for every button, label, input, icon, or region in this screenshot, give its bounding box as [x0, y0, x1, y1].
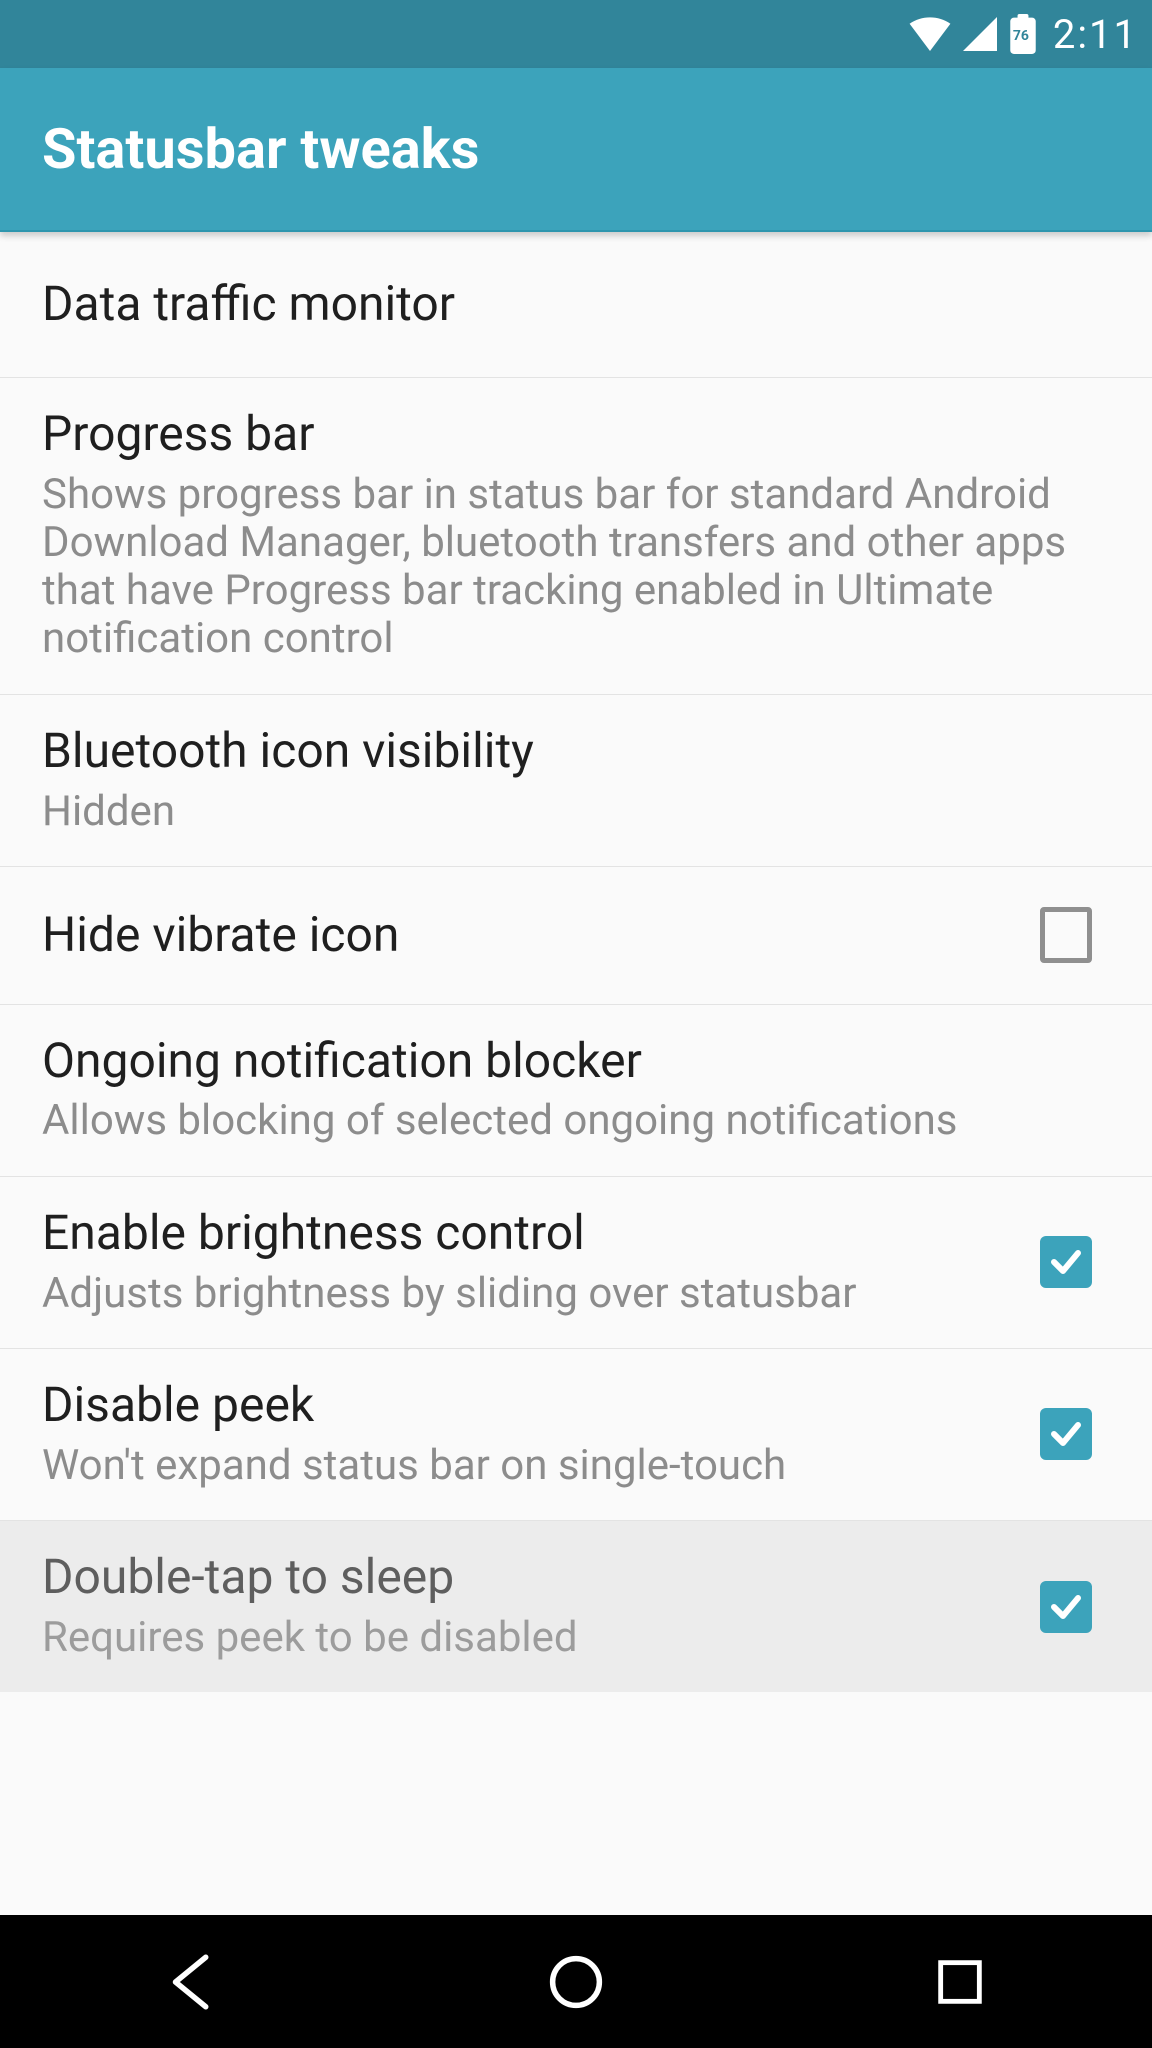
row-subtitle: Hidden: [42, 788, 1090, 836]
checkbox-checked-icon: [1040, 1581, 1092, 1633]
row-title: Ongoing notification blocker: [42, 1035, 1090, 1088]
wifi-icon: [909, 17, 951, 51]
row-title: Double-tap to sleep: [42, 1551, 1020, 1604]
checkbox-checked-icon: [1040, 1408, 1092, 1460]
status-time: 2:11: [1053, 11, 1138, 58]
page-title: Statusbar tweaks: [42, 116, 479, 182]
row-title: Enable brightness control: [42, 1207, 1020, 1260]
settings-list[interactable]: Data traffic monitor Progress bar Shows …: [0, 232, 1152, 1917]
app-bar: Statusbar tweaks: [0, 68, 1152, 232]
system-status-bar: 76 2:11: [0, 0, 1152, 68]
row-enable-brightness-control[interactable]: Enable brightness control Adjusts bright…: [0, 1177, 1152, 1349]
row-title: Bluetooth icon visibility: [42, 725, 1090, 778]
row-subtitle: Shows progress bar in status bar for sta…: [42, 471, 1090, 664]
nav-home-button[interactable]: [516, 1942, 636, 2022]
nav-recents-button[interactable]: [900, 1942, 1020, 2022]
row-subtitle: Won't expand status bar on single-touch: [42, 1442, 1020, 1490]
navigation-bar: [0, 1915, 1152, 2048]
checkbox-brightness[interactable]: [1040, 1236, 1092, 1288]
checkbox-unchecked-icon: [1040, 907, 1092, 963]
recents-icon: [931, 1953, 989, 2011]
checkbox-checked-icon: [1040, 1236, 1092, 1288]
cellular-signal-icon: [961, 17, 999, 51]
back-icon: [159, 1949, 225, 2015]
row-subtitle: Adjusts brightness by sliding over statu…: [42, 1270, 1020, 1318]
device-frame: 76 2:11 Statusbar tweaks Data traffic mo…: [0, 0, 1152, 2048]
row-ongoing-notification-blocker[interactable]: Ongoing notification blocker Allows bloc…: [0, 1005, 1152, 1177]
row-hide-vibrate-icon[interactable]: Hide vibrate icon: [0, 867, 1152, 1005]
nav-back-button[interactable]: [132, 1942, 252, 2022]
row-title: Disable peek: [42, 1379, 1020, 1432]
checkbox-double-tap[interactable]: [1040, 1581, 1092, 1633]
row-double-tap-to-sleep[interactable]: Double-tap to sleep Requires peek to be …: [0, 1521, 1152, 1692]
row-subtitle: Allows blocking of selected ongoing noti…: [42, 1097, 1090, 1145]
row-data-traffic-monitor[interactable]: Data traffic monitor: [0, 232, 1152, 378]
row-disable-peek[interactable]: Disable peek Won't expand status bar on …: [0, 1349, 1152, 1521]
battery-icon: 76: [1009, 14, 1037, 54]
checkbox-disable-peek[interactable]: [1040, 1408, 1092, 1460]
checkbox-hide-vibrate[interactable]: [1040, 909, 1092, 961]
row-title: Hide vibrate icon: [42, 909, 1020, 962]
row-title: Data traffic monitor: [42, 278, 1090, 331]
row-progress-bar[interactable]: Progress bar Shows progress bar in statu…: [0, 378, 1152, 695]
row-bluetooth-icon-visibility[interactable]: Bluetooth icon visibility Hidden: [0, 695, 1152, 867]
row-subtitle: Requires peek to be disabled: [42, 1614, 1020, 1662]
row-title: Progress bar: [42, 408, 1090, 461]
home-icon: [543, 1949, 609, 2015]
